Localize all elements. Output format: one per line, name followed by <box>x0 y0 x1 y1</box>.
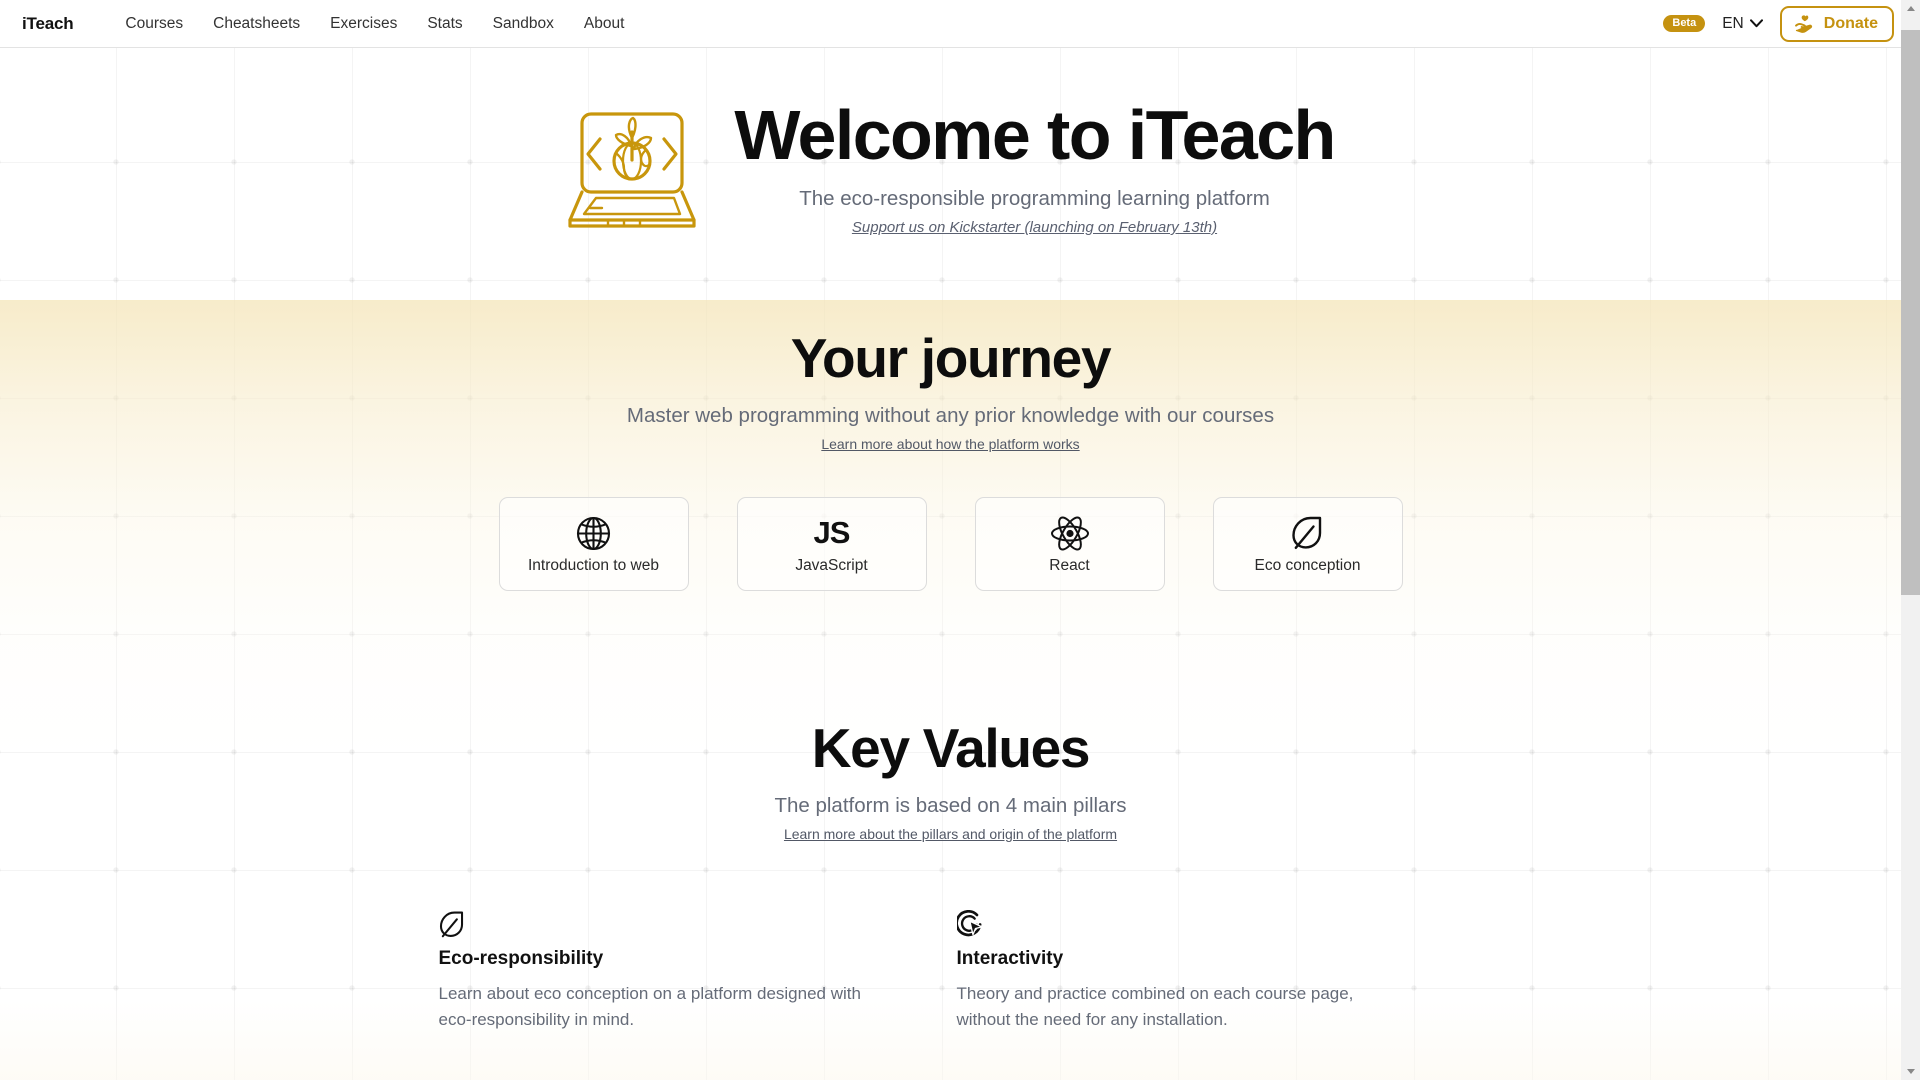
leaf-icon <box>439 910 897 940</box>
scroll-down-arrow-button[interactable] <box>1901 1063 1920 1080</box>
atom-icon <box>1050 513 1090 553</box>
course-card-introduction-to-web[interactable]: Introduction to web <box>498 497 689 591</box>
hand-heart-icon <box>1794 14 1812 33</box>
key-values-section: Key Values The platform is based on 4 ma… <box>0 591 1901 1034</box>
header-actions: Beta EN Donate <box>1663 5 1898 42</box>
course-card-list: Introduction to web JS JavaScript React … <box>0 497 1901 591</box>
vertical-scrollbar[interactable] <box>1901 0 1920 1080</box>
brand-logo-text[interactable]: iTeach <box>22 14 74 34</box>
values-title: Key Values <box>811 717 1091 779</box>
course-label: React <box>1049 557 1090 574</box>
donate-button[interactable]: Donate <box>1779 5 1894 42</box>
hero-text-block: Welcome to iTeach The eco-responsible pr… <box>734 96 1336 236</box>
pillar-interactivity: Interactivity Theory and practice combin… <box>954 910 1475 1034</box>
course-label: JavaScript <box>795 557 868 574</box>
leaf-icon <box>1291 513 1325 553</box>
beta-badge: Beta <box>1663 14 1706 33</box>
chevron-down-icon <box>1749 19 1763 28</box>
main-navigation: Courses Cheatsheets Exercises Stats Sand… <box>125 15 624 33</box>
pillar-body: Theory and practice combined on each cou… <box>956 984 1354 1030</box>
language-switcher[interactable]: EN <box>1722 15 1763 33</box>
cursor-click-icon <box>954 910 1415 940</box>
pillar-body: Learn about eco conception on a platform… <box>438 984 861 1030</box>
hero-subtitle: The eco-responsible programming learning… <box>799 187 1270 210</box>
scrollbar-thumb[interactable] <box>1901 30 1920 595</box>
nav-cheatsheets[interactable]: Cheatsheets <box>213 15 300 33</box>
pillar-eco-responsibility: Eco-responsibility Learn about eco conce… <box>439 910 957 1034</box>
page-content: Welcome to iTeach The eco-responsible pr… <box>0 48 1901 1080</box>
course-card-javascript[interactable]: JS JavaScript <box>736 497 927 591</box>
pillar-title: Eco-responsibility <box>438 948 604 969</box>
values-subtitle: The platform is based on 4 main pillars <box>774 794 1127 817</box>
hero-section: Welcome to iTeach The eco-responsible pr… <box>0 48 1901 236</box>
nav-courses[interactable]: Courses <box>125 15 183 33</box>
journey-title: Your journey <box>790 327 1112 389</box>
chevron-up-icon <box>1906 6 1915 11</box>
chevron-down-icon <box>1906 1069 1915 1074</box>
scroll-up-arrow-button[interactable] <box>1901 0 1920 17</box>
course-card-eco-conception[interactable]: Eco conception <box>1212 497 1403 591</box>
nav-sandbox[interactable]: Sandbox <box>493 15 554 33</box>
journey-subtitle: Master web programming without any prior… <box>626 404 1275 427</box>
page-title: Welcome to iTeach <box>734 96 1336 174</box>
js-icon: JS <box>813 515 851 550</box>
nav-about[interactable]: About <box>584 15 625 33</box>
journey-section: Your journey Master web programming with… <box>0 236 1901 591</box>
journey-link[interactable]: Learn more about how the platform works <box>0 436 1901 452</box>
laptop-plant-globe-icon <box>568 112 696 228</box>
kickstarter-link[interactable]: Support us on Kickstarter (launching on … <box>734 219 1334 236</box>
nav-exercises[interactable]: Exercises <box>330 15 397 33</box>
course-card-react[interactable]: React <box>974 497 1165 591</box>
course-label: Eco conception <box>1254 557 1361 574</box>
globe-icon <box>575 513 612 553</box>
language-label: EN <box>1722 14 1744 32</box>
donate-label: Donate <box>1823 14 1878 32</box>
course-label: Introduction to web <box>528 557 659 574</box>
site-header: iTeach Courses Cheatsheets Exercises Sta… <box>0 0 1920 48</box>
values-link[interactable]: Learn more about the pillars and origin … <box>0 826 1901 842</box>
pillar-title: Interactivity <box>956 948 1064 969</box>
pillar-list: Eco-responsibility Learn about eco conce… <box>0 910 1901 1034</box>
nav-stats[interactable]: Stats <box>427 15 462 33</box>
